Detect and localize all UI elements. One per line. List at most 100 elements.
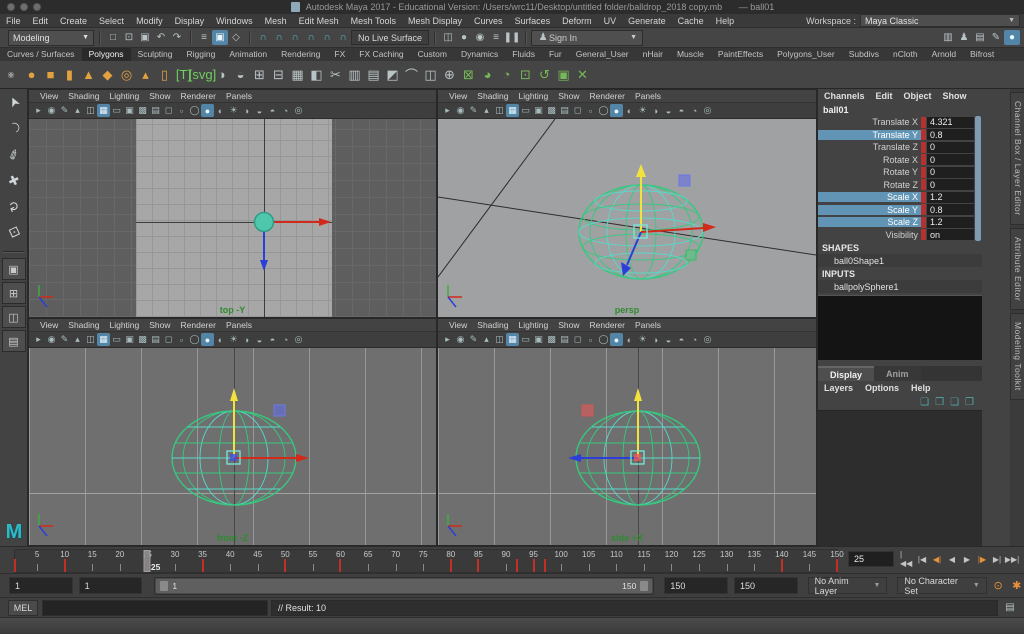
textured-icon[interactable]: ◐ (623, 333, 636, 346)
viewport-menu-item[interactable]: View (35, 91, 63, 101)
viewport-menu-item[interactable]: Lighting (104, 320, 144, 330)
xray-icon[interactable]: ◔ (688, 333, 701, 346)
viewport-front-canvas[interactable]: front -Z (29, 348, 436, 545)
safe-action-icon[interactable]: ◻ (162, 333, 175, 346)
select-camera-icon[interactable]: ▸ (441, 333, 454, 346)
two-pane-layout-button[interactable]: ◫ (2, 306, 26, 328)
zoom-button[interactable] (33, 3, 41, 11)
shape-node-item[interactable]: ball0Shape1 (818, 254, 982, 267)
safe-action-icon[interactable]: ◻ (162, 104, 175, 117)
isolate-select-icon[interactable]: ◎ (292, 104, 305, 117)
shelf-tab[interactable]: Muscle (670, 48, 711, 61)
attribute-editor-icon[interactable]: ▤ (972, 30, 988, 45)
gate-mask-icon[interactable]: ▩ (545, 104, 558, 117)
step-forward-frame-button[interactable]: ▶| (990, 550, 1004, 568)
isolate-select-icon[interactable]: ◎ (701, 333, 714, 346)
shelf-tab[interactable]: Custom (411, 48, 454, 61)
script-editor-icon[interactable]: ▤ (1002, 600, 1018, 615)
shelf-tab[interactable]: PaintEffects (711, 48, 770, 61)
poly-cone-icon[interactable]: ▲ (79, 65, 98, 85)
boolean-union-icon[interactable]: ◑ (212, 65, 231, 85)
poly-pyramid-icon[interactable]: ▴ (136, 65, 155, 85)
channel-box-menu-item[interactable]: Object (904, 91, 932, 101)
lock-camera-icon[interactable]: ◉ (454, 104, 467, 117)
render-current-frame-icon[interactable]: ● (456, 30, 472, 45)
camera-attributes-icon[interactable]: ✎ (467, 333, 480, 346)
anim-layer-selector[interactable]: No Anim Layer ▼ (808, 577, 888, 594)
channel-box-menu-item[interactable]: Show (943, 91, 967, 101)
viewport-side-canvas[interactable]: side +X (438, 348, 816, 545)
channel-label[interactable]: Rotate X (818, 155, 921, 165)
anim-layer-empty-icon[interactable]: ❏ (950, 397, 959, 408)
motion-blur-icon[interactable]: ◓ (675, 104, 688, 117)
paint-select-tool-icon[interactable]: ✎ (0, 141, 28, 167)
shaded-icon[interactable]: ● (201, 333, 214, 346)
poly-sphere-icon[interactable]: ● (22, 65, 41, 85)
lock-camera-icon[interactable]: ◉ (45, 104, 58, 117)
redo-icon[interactable]: ↷ (169, 30, 185, 45)
poly-torus-icon[interactable]: ◎ (117, 65, 136, 85)
channel-box-icon[interactable]: ● (1004, 30, 1020, 45)
film-gate-icon[interactable]: ▭ (110, 104, 123, 117)
channel-value-field[interactable]: 0 (927, 167, 974, 178)
menu-item[interactable]: Edit (27, 16, 55, 26)
poly-cylinder-icon[interactable]: ▮ (60, 65, 79, 85)
snap-to-curve-icon[interactable]: ∩ (271, 30, 287, 45)
grid-icon[interactable]: ▦ (506, 333, 519, 346)
channel-row[interactable]: Scale Y 0.8 (818, 204, 982, 217)
screen-space-ao-icon[interactable]: ◒ (662, 104, 675, 117)
new-empty-layer-icon[interactable]: ❏ (920, 397, 929, 408)
pause-viewport-icon[interactable]: ❚❚ (504, 30, 520, 45)
viewport-menu-item[interactable]: View (444, 91, 472, 101)
range-start-handle[interactable] (160, 581, 168, 591)
node-name[interactable]: ball01 (818, 103, 982, 116)
tool-settings-icon[interactable]: ✎ (988, 30, 1004, 45)
select-camera-icon[interactable]: ▸ (32, 104, 45, 117)
field-chart-icon[interactable]: ▤ (558, 333, 571, 346)
viewport-menu-item[interactable]: Show (553, 320, 584, 330)
shelf-tab[interactable]: Rendering (274, 48, 327, 61)
wireframe-icon[interactable]: ◯ (188, 104, 201, 117)
screen-space-ao-icon[interactable]: ◒ (253, 333, 266, 346)
shelf-tab[interactable]: Polygons (82, 48, 131, 61)
select-hierarchy-icon[interactable]: ≡ (196, 30, 212, 45)
menu-item[interactable]: UV (598, 16, 623, 26)
viewport-front[interactable]: ViewShadingLightingShowRendererPanels ▸◉… (28, 318, 437, 546)
shelf-tab[interactable]: Polygons_User (770, 48, 842, 61)
image-plane-icon[interactable]: ◫ (84, 104, 97, 117)
gate-mask-icon[interactable]: ▩ (136, 333, 149, 346)
move-tool-icon[interactable]: ✚ (0, 167, 28, 193)
grid-icon[interactable]: ▦ (97, 104, 110, 117)
shelf-tab[interactable]: Curves / Surfaces (0, 48, 82, 61)
textured-icon[interactable]: ◐ (214, 333, 227, 346)
lock-camera-icon[interactable]: ◉ (45, 333, 58, 346)
shadows-icon[interactable]: ◑ (649, 104, 662, 117)
textured-icon[interactable]: ◐ (623, 104, 636, 117)
humanik-icon[interactable]: ♟ (956, 30, 972, 45)
new-scene-icon[interactable]: □ (105, 30, 121, 45)
center-pivot-icon[interactable]: ⊕ (440, 65, 459, 85)
rotate-tool-icon[interactable]: ↻ (0, 193, 28, 219)
shelf-tab[interactable]: Arnold (925, 48, 964, 61)
make-live-icon[interactable]: ∩ (335, 30, 351, 45)
channel-label[interactable]: Translate Z (818, 142, 921, 152)
multi-cut-icon[interactable]: ✂ (326, 65, 345, 85)
channel-value-field[interactable]: 4.321 (927, 117, 974, 128)
open-scene-icon[interactable]: ⊡ (121, 30, 137, 45)
viewport-menu-item[interactable]: View (444, 320, 472, 330)
offset-edge-loop-icon[interactable]: ▤ (364, 65, 383, 85)
layer-editor-menu-item[interactable]: Help (911, 383, 931, 393)
isolate-select-icon[interactable]: ◎ (292, 333, 305, 346)
screen-space-ao-icon[interactable]: ◒ (253, 104, 266, 117)
input-node-item[interactable]: ballpolySphere1 (818, 280, 982, 293)
modeling-toolkit-icon[interactable]: ▥ (940, 30, 956, 45)
menu-item[interactable]: Generate (622, 16, 672, 26)
shelf-tab[interactable]: nCloth (886, 48, 925, 61)
menu-item[interactable]: Mesh Tools (345, 16, 402, 26)
bridge-icon[interactable]: ⌒ (402, 65, 421, 85)
motion-blur-icon[interactable]: ◓ (675, 333, 688, 346)
command-line-mode-button[interactable]: MEL (8, 600, 38, 616)
image-plane-icon[interactable]: ◫ (84, 333, 97, 346)
camera-attributes-icon[interactable]: ✎ (58, 104, 71, 117)
poly-cube-icon[interactable]: ■ (41, 65, 60, 85)
